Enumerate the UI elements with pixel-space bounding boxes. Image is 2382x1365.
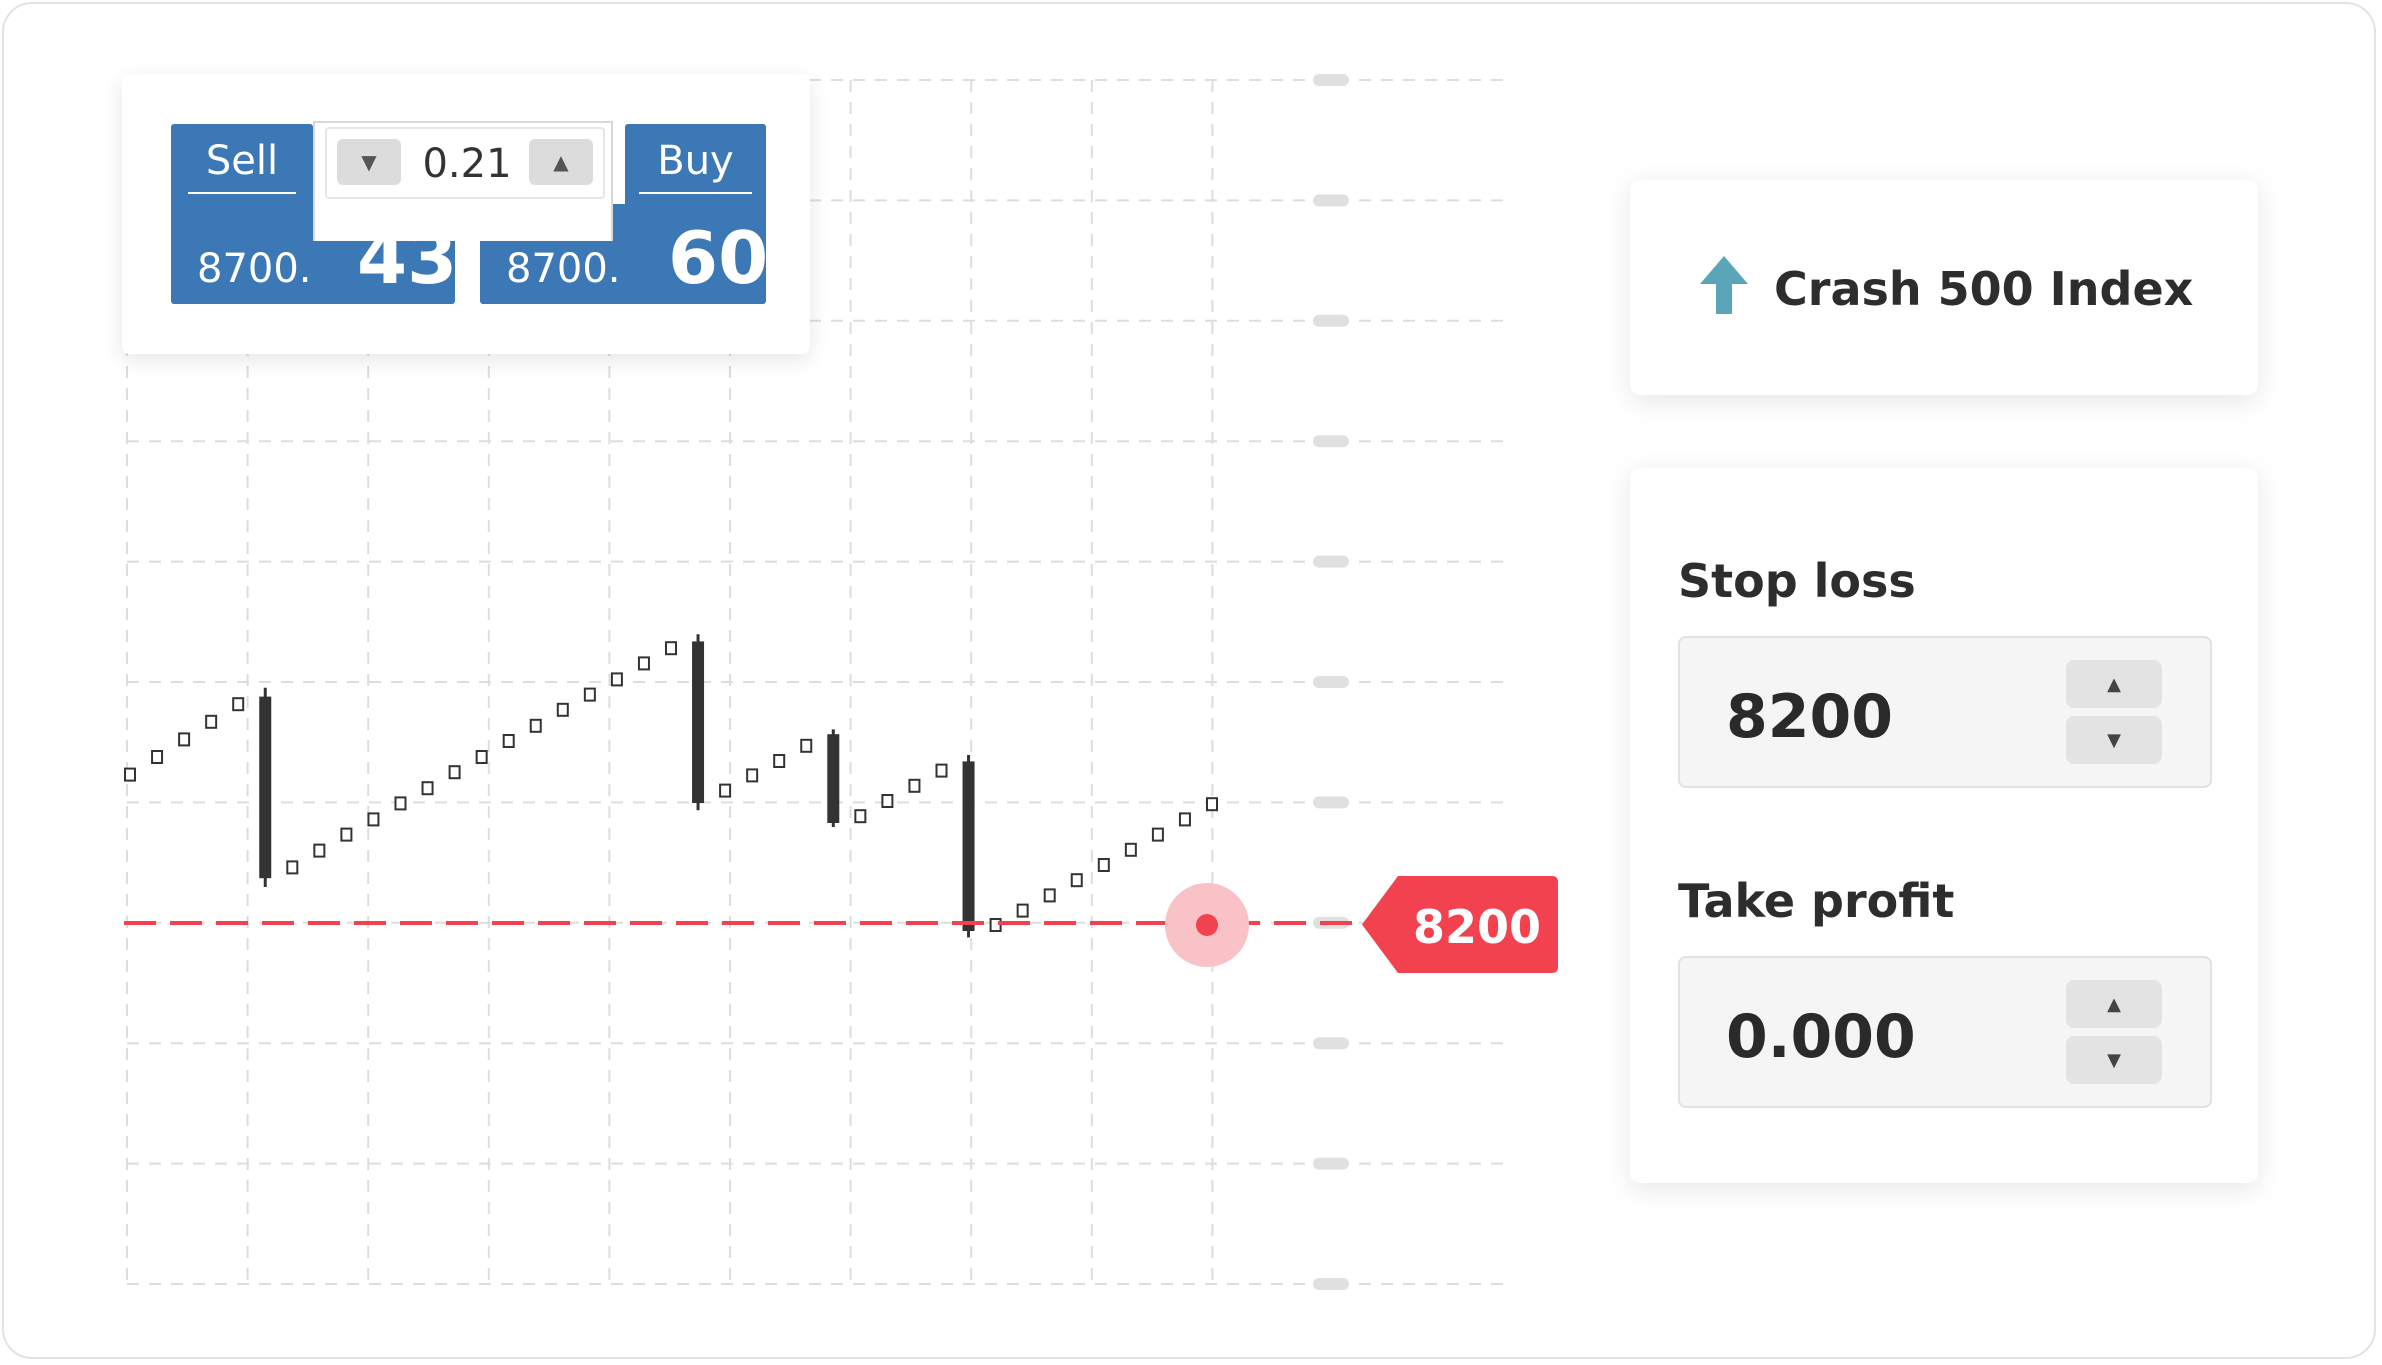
lot-decrease-button[interactable]: ▼ (337, 139, 401, 185)
risk-management-card: Stop loss 8200 ▲ ▼ Take profit 0.000 ▲ ▼ (1630, 468, 2258, 1183)
triangle-down-icon: ▼ (361, 150, 377, 174)
candle-up (124, 767, 136, 782)
trade-widget: Sell Buy 8700. 43 3 8700. 60 5 ▼ 0.21 ▲ (122, 74, 810, 354)
candle-up (313, 843, 326, 858)
candle-up (1016, 903, 1029, 918)
candle-up (1043, 888, 1056, 903)
sell-label: Sell (187, 138, 297, 194)
candle-down (827, 734, 840, 823)
candle-up (421, 781, 434, 796)
candle-up (475, 750, 488, 764)
stop-loss-price-tag[interactable]: 8200 (1362, 876, 1558, 973)
price-axis-tick (1313, 194, 1349, 207)
candle-up (773, 754, 786, 768)
stop-loss-decrease-button[interactable]: ▼ (2066, 716, 2162, 764)
stop-loss-input[interactable]: 8200 (1726, 682, 1893, 752)
candle-up (1178, 812, 1191, 827)
price-axis-tick (1313, 555, 1349, 568)
take-profit-input[interactable]: 0.000 (1726, 1002, 1916, 1072)
candle-up (935, 763, 948, 778)
price-axis-tick (1313, 74, 1349, 86)
price-axis-tick (1313, 1037, 1349, 1050)
symbol-name: Crash 500 Index (1774, 262, 2194, 316)
take-profit-decrease-button[interactable]: ▼ (2066, 1036, 2162, 1084)
triangle-up-icon: ▲ (553, 150, 569, 174)
price-tag-label: 8200 (1412, 900, 1542, 954)
buy-price-pip: 5 (776, 230, 797, 265)
lot-increase-button[interactable]: ▲ (529, 139, 593, 185)
candle-up (1206, 797, 1218, 812)
candle-up (1097, 858, 1110, 872)
candle-up (340, 827, 353, 842)
candle-down (259, 696, 272, 879)
candle-up (583, 687, 596, 702)
candle-up (854, 809, 867, 824)
price-axis-tick (1313, 1278, 1349, 1290)
sell-price-prefix: 8700. (197, 246, 312, 292)
triangle-up-icon: ▲ (2107, 993, 2121, 1015)
candle-up (529, 718, 542, 733)
triangle-down-icon: ▼ (2107, 1049, 2121, 1071)
candle-up (448, 765, 461, 780)
buy-button[interactable]: Buy (625, 124, 766, 204)
candle-up (908, 778, 921, 793)
candle-up (556, 702, 569, 717)
stop-loss-label: Stop loss (1678, 554, 1916, 608)
candle-up (610, 672, 623, 687)
candle-up (1124, 842, 1137, 857)
price-axis-tick (1313, 796, 1349, 809)
sell-button[interactable]: Sell (171, 124, 313, 204)
candle-up (367, 812, 380, 827)
candle-up (232, 697, 245, 712)
buy-price-big: 60 (668, 216, 769, 300)
price-axis-tick (1313, 1157, 1349, 1170)
price-axis-ticks (1313, 74, 1349, 1290)
stop-loss-increase-button[interactable]: ▲ (2066, 660, 2162, 708)
lot-size-input[interactable]: 0.21 (407, 141, 527, 187)
stop-loss-stepper: 8200 ▲ ▼ (1678, 636, 2212, 788)
buy-label: Buy (639, 138, 752, 194)
candle-up (637, 656, 650, 671)
candle-up (800, 738, 813, 753)
take-profit-increase-button[interactable]: ▲ (2066, 980, 2162, 1028)
candle-up (394, 796, 407, 811)
candle-up (178, 732, 191, 747)
candle-up (286, 860, 299, 875)
candle-up (205, 714, 218, 729)
candle-up (1070, 873, 1083, 888)
price-axis-tick (1313, 676, 1349, 688)
take-profit-label: Take profit (1678, 874, 1955, 928)
candle-up (151, 750, 164, 764)
stop-loss-handle (1196, 914, 1218, 936)
price-axis-tick (1313, 314, 1349, 327)
symbol-card[interactable]: Crash 500 Index (1630, 180, 2258, 395)
lot-size-control: ▼ 0.21 ▲ (313, 121, 613, 241)
lot-size-field: ▼ 0.21 ▲ (325, 127, 605, 199)
candle-up (719, 783, 732, 798)
up-arrow-icon (1700, 256, 1748, 314)
candle-up (665, 641, 677, 656)
price-axis-tick (1313, 435, 1349, 448)
candle-up (881, 794, 894, 808)
candle-down (692, 641, 705, 803)
candle-up (1151, 827, 1164, 842)
triangle-down-icon: ▼ (2107, 729, 2121, 751)
candle-up (502, 734, 515, 748)
buy-price-prefix: 8700. (506, 246, 621, 292)
candles (124, 634, 1218, 938)
candle-down (962, 761, 975, 931)
take-profit-stepper: 0.000 ▲ ▼ (1678, 956, 2212, 1108)
candle-up (746, 768, 759, 783)
triangle-up-icon: ▲ (2107, 673, 2121, 695)
